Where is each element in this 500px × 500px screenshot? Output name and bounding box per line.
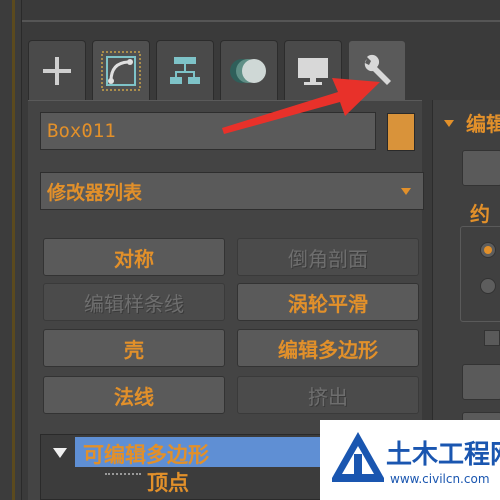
modifier-button-label: 倒角剖面 xyxy=(288,246,368,271)
modifier-button-normal[interactable]: 法线 xyxy=(43,376,225,414)
modifier-button-label: 挤出 xyxy=(308,384,348,409)
modifier-button-edit-poly[interactable]: 编辑多边形 xyxy=(237,329,419,367)
rollout-checkbox[interactable] xyxy=(484,330,500,346)
expand-triangle-icon[interactable] xyxy=(53,448,67,458)
modifier-button-shell[interactable]: 壳 xyxy=(43,329,225,367)
modify-curve-icon xyxy=(101,50,141,91)
stack-subitem-vertex[interactable]: 顶点 xyxy=(147,467,189,497)
rollout-group-box xyxy=(460,226,500,322)
modifier-button-label: 编辑多边形 xyxy=(278,337,378,362)
modifier-list-dropdown[interactable]: 修改器列表 xyxy=(40,172,424,210)
modifier-list-label: 修改器列表 xyxy=(47,181,143,204)
rollout-collapse-icon[interactable] xyxy=(444,120,454,127)
radio-option-2[interactable] xyxy=(480,278,496,294)
modifier-button-symmetry[interactable]: 对称 xyxy=(43,238,225,276)
modifier-button-extrude[interactable]: 挤出 xyxy=(237,376,419,414)
motion-circles-icon xyxy=(230,58,266,83)
modifier-button-turbosmooth[interactable]: 涡轮平滑 xyxy=(237,283,419,321)
object-color-swatch[interactable] xyxy=(387,113,415,151)
hierarchy-icon xyxy=(170,56,200,84)
rollout-button-2[interactable] xyxy=(462,364,500,400)
display-tab[interactable] xyxy=(284,40,342,100)
utilities-tab[interactable] xyxy=(348,40,406,100)
modify-tab[interactable] xyxy=(92,40,150,100)
rollout-title[interactable]: 编辑 xyxy=(466,108,500,137)
command-panel-tabs xyxy=(28,40,406,100)
modifier-button-bevel-profile[interactable]: 倒角剖面 xyxy=(237,238,419,276)
dropdown-arrow-icon xyxy=(401,188,411,195)
object-name-field[interactable]: Box011 xyxy=(40,112,376,150)
tree-connector xyxy=(105,473,141,475)
modifier-button-label: 法线 xyxy=(114,384,154,409)
stack-item-label: 可编辑多边形 xyxy=(83,443,209,467)
modifier-button-label: 对称 xyxy=(114,246,154,271)
motion-tab[interactable] xyxy=(220,40,278,100)
modifier-button-label: 涡轮平滑 xyxy=(288,291,368,316)
hierarchy-tab[interactable] xyxy=(156,40,214,100)
civilcn-logo-icon xyxy=(332,432,384,482)
create-tab[interactable] xyxy=(28,40,86,100)
plus-icon xyxy=(43,56,71,85)
wrench-icon xyxy=(364,54,391,85)
viewport-frame-left xyxy=(0,0,22,500)
modifier-button-label: 编辑样条线 xyxy=(84,291,184,316)
radio-option-1[interactable] xyxy=(480,242,496,258)
watermark-title: 土木工程网 xyxy=(386,440,500,470)
modifier-button-label: 壳 xyxy=(124,337,144,362)
modifier-button-edit-spline[interactable]: 编辑样条线 xyxy=(43,283,225,321)
top-strip xyxy=(22,0,500,28)
rollout-group-label: 约 xyxy=(470,202,490,226)
rollout-button[interactable] xyxy=(462,150,500,186)
monitor-icon xyxy=(298,57,328,85)
watermark-url: www.civilcn.com xyxy=(390,472,490,486)
watermark: 土木工程网 www.civilcn.com xyxy=(320,420,500,500)
